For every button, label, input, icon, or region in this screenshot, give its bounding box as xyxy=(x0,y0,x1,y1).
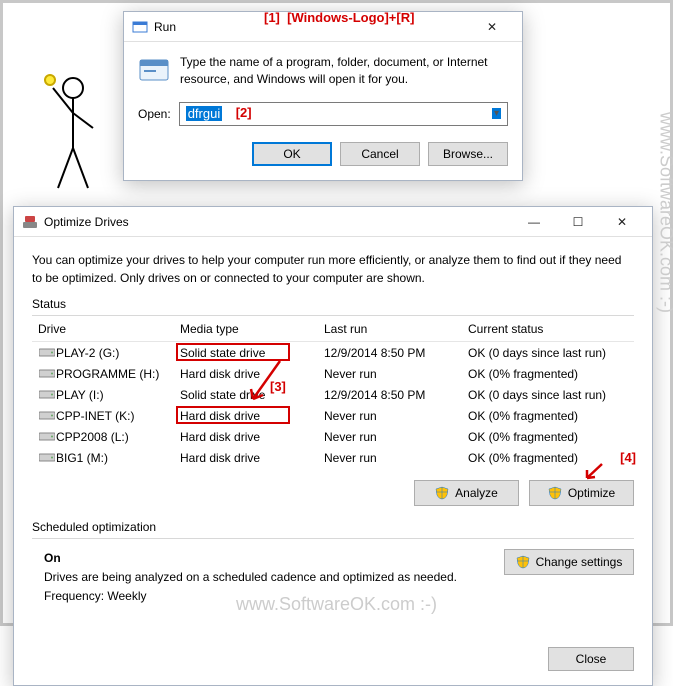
drive-name: PLAY (I:) xyxy=(56,388,104,402)
shield-icon xyxy=(435,486,449,500)
last-run: Never run xyxy=(318,430,462,444)
ok-button[interactable]: OK xyxy=(252,142,332,166)
drive-name: PROGRAMME (H:) xyxy=(56,367,159,381)
change-settings-label: Change settings xyxy=(536,555,623,569)
drive-icon xyxy=(38,410,56,420)
run-dialog: Run ✕ [1] [Windows-Logo]+[R] Type the na… xyxy=(123,11,523,181)
cancel-button[interactable]: Cancel xyxy=(340,142,420,166)
shield-icon xyxy=(516,555,530,569)
drive-icon xyxy=(38,368,56,378)
optimize-description: You can optimize your drives to help you… xyxy=(32,251,634,287)
annotation-arrow xyxy=(245,359,285,409)
drive-name: CPP-INET (K:) xyxy=(56,409,134,423)
watermark-bottom: www.SoftwareOK.com :-) xyxy=(236,594,437,615)
annotation-arrow-4 xyxy=(582,462,606,482)
status-label: Status xyxy=(32,297,634,311)
optimize-titlebar: Optimize Drives ― ☐ ✕ xyxy=(14,207,652,237)
last-run: 12/9/2014 8:50 PM xyxy=(318,346,462,360)
col-media-type[interactable]: Media type xyxy=(174,322,318,336)
minimize-icon[interactable]: ― xyxy=(512,207,556,237)
last-run: Never run xyxy=(318,367,462,381)
current-status: OK (0% fragmented) xyxy=(462,367,634,381)
maximize-icon[interactable]: ☐ xyxy=(556,207,600,237)
open-label: Open: xyxy=(138,107,171,121)
analyze-button[interactable]: Analyze xyxy=(414,480,519,506)
media-type: Hard disk drive xyxy=(174,430,318,444)
drive-icon xyxy=(38,431,56,441)
divider xyxy=(32,538,634,539)
browse-button[interactable]: Browse... xyxy=(428,142,508,166)
current-status: OK (0% fragmented) xyxy=(462,451,634,465)
close-icon[interactable]: ✕ xyxy=(600,207,644,237)
optimize-label: Optimize xyxy=(568,486,615,500)
analyze-label: Analyze xyxy=(455,486,498,500)
annotation-1: [1] [Windows-Logo]+[R] xyxy=(264,10,414,25)
table-row[interactable]: PLAY (I:)Solid state drive12/9/2014 8:50… xyxy=(32,384,634,405)
drive-name: CPP2008 (L:) xyxy=(56,430,129,444)
media-type: Hard disk drive xyxy=(174,451,318,465)
table-row[interactable]: PLAY-2 (G:)Solid state drive12/9/2014 8:… xyxy=(32,342,634,363)
annotation-4: [4] xyxy=(620,450,636,465)
table-row[interactable]: CPP-INET (K:)Hard disk driveNever runOK … xyxy=(32,405,634,426)
watermark-side: www.SoftwareOK.com :-) xyxy=(656,112,673,313)
change-settings-button[interactable]: Change settings xyxy=(504,549,634,575)
optimize-button[interactable]: Optimize xyxy=(529,480,634,506)
run-description: Type the name of a program, folder, docu… xyxy=(180,54,508,88)
drives-grid: Drive Media type Last run Current status… xyxy=(32,315,634,470)
drive-icon xyxy=(38,452,56,462)
col-drive[interactable]: Drive xyxy=(32,322,174,336)
last-run: Never run xyxy=(318,451,462,465)
drive-name: PLAY-2 (G:) xyxy=(56,346,119,360)
scheduled-label: Scheduled optimization xyxy=(32,520,634,534)
current-status: OK (0% fragmented) xyxy=(462,430,634,444)
table-row[interactable]: BIG2 (N:)Hard disk driveNever runOK (0% … xyxy=(32,468,634,470)
drive-icon xyxy=(38,347,56,357)
grid-header: Drive Media type Last run Current status xyxy=(32,316,634,342)
run-app-icon xyxy=(138,54,170,86)
close-button[interactable]: Close xyxy=(548,647,634,671)
table-row[interactable]: PROGRAMME (H:)Hard disk driveNever runOK… xyxy=(32,363,634,384)
run-window-icon xyxy=(132,19,148,35)
current-status: OK (0 days since last run) xyxy=(462,346,634,360)
decorative-figure xyxy=(38,58,118,208)
run-command-value: dfrgui xyxy=(186,106,223,121)
schedule-desc: Drives are being analyzed on a scheduled… xyxy=(44,568,457,587)
close-icon[interactable]: ✕ xyxy=(470,12,514,42)
run-command-input[interactable]: dfrgui ▾ [2] xyxy=(179,102,508,126)
table-row[interactable]: CPP2008 (L:) Hard disk driveNever runOK (… xyxy=(32,426,634,447)
drive-icon xyxy=(38,389,56,399)
chevron-down-icon[interactable]: ▾ xyxy=(492,108,501,119)
current-status: OK (0% fragmented) xyxy=(462,409,634,423)
optimize-title: Optimize Drives xyxy=(44,215,512,229)
optimize-window-icon xyxy=(22,214,38,230)
col-current-status[interactable]: Current status xyxy=(462,322,634,336)
shield-icon xyxy=(548,486,562,500)
last-run: Never run xyxy=(318,409,462,423)
table-row[interactable]: BIG1 (M:) Hard disk driveNever runOK (0% … xyxy=(32,447,634,468)
current-status: OK (0 days since last run) xyxy=(462,388,634,402)
last-run: 12/9/2014 8:50 PM xyxy=(318,388,462,402)
drive-name: BIG1 (M:) xyxy=(56,451,108,465)
schedule-on: On xyxy=(44,549,457,568)
col-last-run[interactable]: Last run xyxy=(318,322,462,336)
annotation-2: [2] xyxy=(236,105,252,120)
